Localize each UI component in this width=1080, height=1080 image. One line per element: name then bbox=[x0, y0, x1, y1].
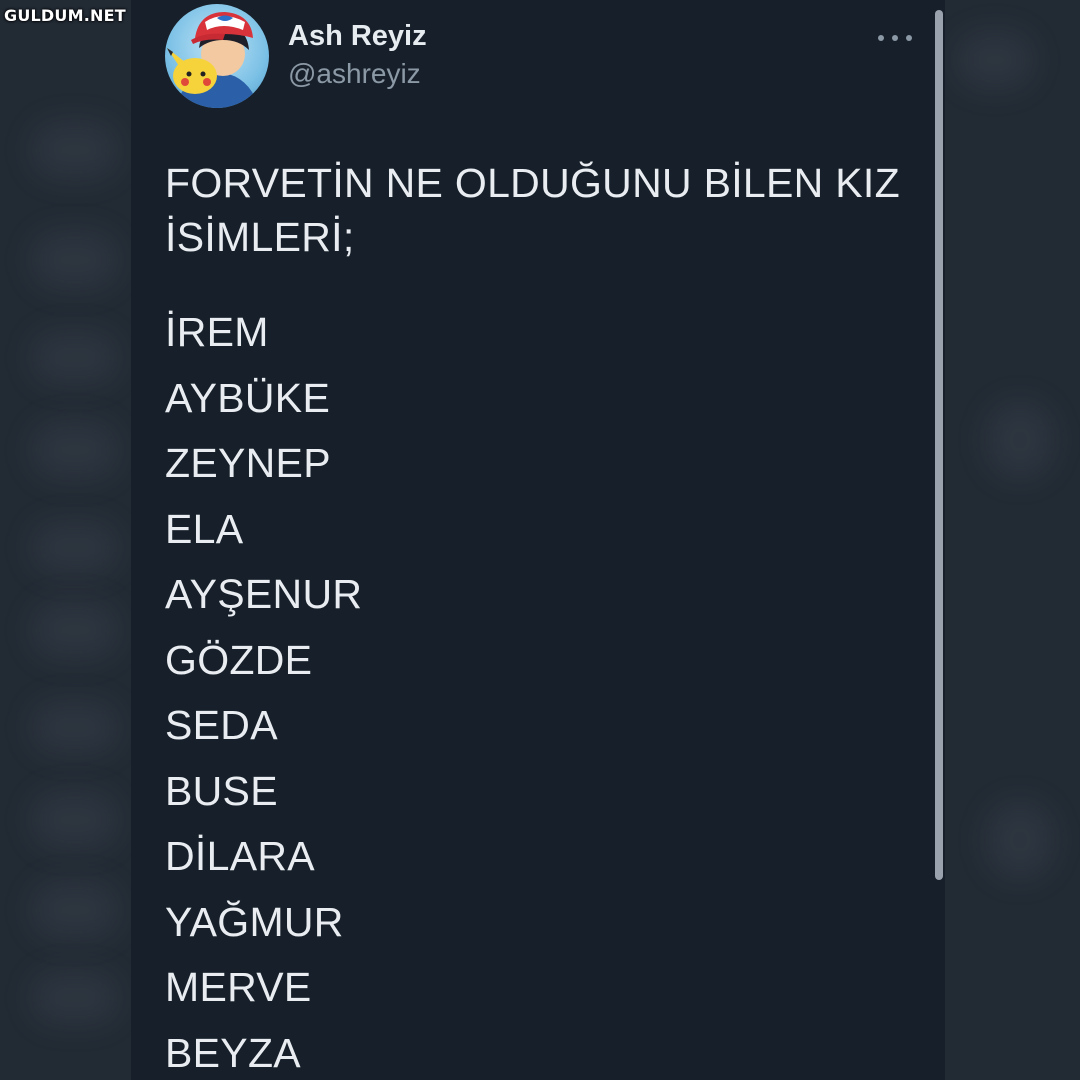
blurred-right-panel bbox=[945, 0, 1080, 1080]
blurred-left-panel bbox=[0, 0, 131, 1080]
list-item: AYŞENUR bbox=[165, 571, 363, 617]
list-item: ZEYNEP bbox=[165, 440, 331, 486]
ash-pikachu-avatar-icon bbox=[167, 12, 259, 108]
author-display-name[interactable]: Ash Reyiz bbox=[288, 20, 427, 53]
scrollbar-thumb[interactable] bbox=[935, 10, 943, 880]
names-list: İREM AYBÜKE ZEYNEP ELA AYŞENUR GÖZDE SED… bbox=[165, 306, 362, 1080]
list-item: BUSE bbox=[165, 767, 278, 814]
more-horizontal-icon[interactable] bbox=[878, 30, 912, 46]
list-item: SEDA bbox=[165, 702, 278, 748]
site-watermark: GULDUM.NET bbox=[4, 6, 126, 25]
list-item: DİLARA bbox=[165, 833, 315, 879]
list-item: İREM bbox=[165, 309, 269, 355]
tweet-text-heading: FORVETİN NE OLDUĞUNU BİLEN KIZ İSİMLERİ; bbox=[165, 160, 900, 260]
list-item: ELA bbox=[165, 505, 244, 552]
author-handle[interactable]: @ashreyiz bbox=[288, 58, 421, 90]
author-avatar[interactable] bbox=[165, 4, 269, 108]
screenshot-stage: GULDUM.NET Ash Reyiz @ashreyiz FORVETİN … bbox=[0, 0, 1080, 1080]
list-item: GÖZDE bbox=[165, 636, 313, 683]
list-item: YAĞMUR bbox=[165, 898, 344, 945]
list-item: MERVE bbox=[165, 964, 312, 1010]
list-item: AYBÜKE bbox=[165, 374, 331, 421]
list-item: BEYZA bbox=[165, 1029, 301, 1076]
